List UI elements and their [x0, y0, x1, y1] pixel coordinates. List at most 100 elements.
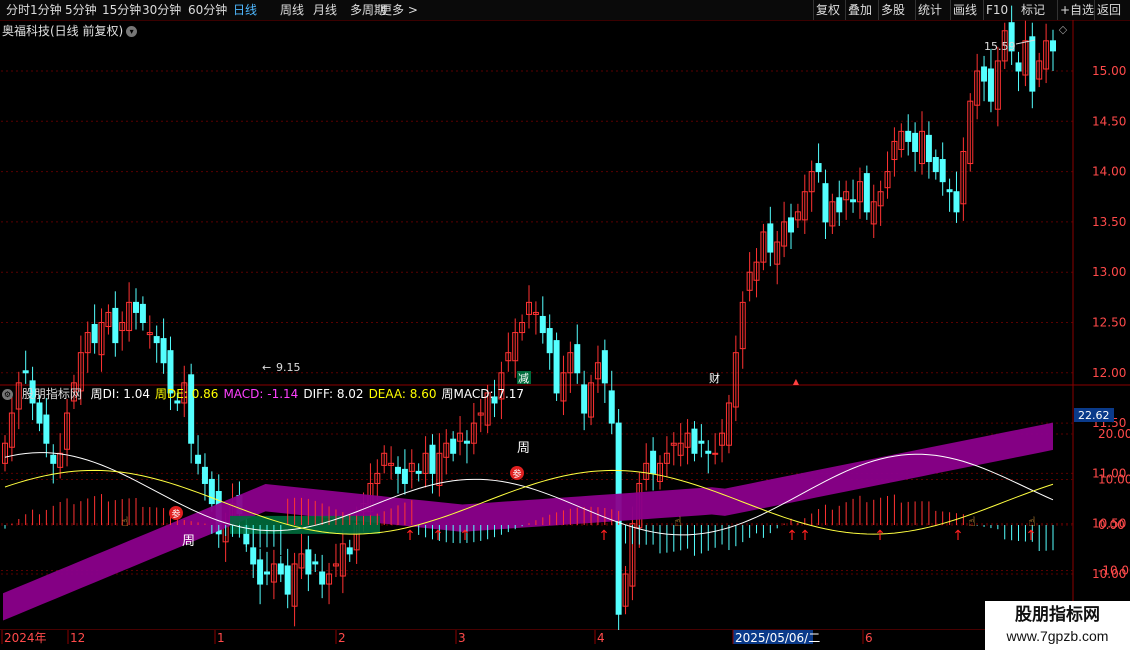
indicator-panel: 周周参参☝ ☝ ☝ ☝↑ ↑ ↑ ↑ ↑ ↑ ↑ ↑ ↑ — [3, 422, 1054, 621]
candle-body — [822, 183, 829, 223]
gear-icon[interactable]: ⚙ — [2, 389, 13, 400]
indicator-field-5: 周MACD: 7.17 — [441, 387, 525, 401]
candle-body — [767, 223, 774, 253]
indicator-tick-label: 20.00 — [1098, 427, 1130, 441]
event-arrow-icon: ▲ — [793, 377, 800, 386]
price-tick-label: 13.50 — [1092, 215, 1126, 229]
candle-body — [836, 197, 843, 213]
price-tick-label: 12.00 — [1092, 366, 1126, 380]
candle-body — [912, 132, 919, 152]
buy-arrow-icon: ↑ — [874, 528, 886, 544]
low-arrow-icon: ← — [262, 361, 271, 374]
candle-body — [401, 468, 408, 484]
watermark-url: www.7gpzb.com — [1006, 628, 1109, 644]
candle-body — [546, 328, 553, 354]
can-badge-label: 参 — [512, 468, 521, 480]
indicator-tick-label: 10.00 — [1098, 473, 1130, 487]
indicator-name[interactable]: 股朋指标网 — [22, 387, 82, 401]
price-tick-label: 13.00 — [1092, 265, 1126, 279]
indicator-field-1: 周DE: 0.86 — [155, 387, 219, 401]
buy-arrow-icon: ↑ — [598, 528, 610, 544]
candle-body — [195, 454, 202, 464]
candle-body — [429, 444, 436, 474]
candle-body — [153, 336, 160, 344]
buy-arrow-icon: ↑ — [432, 528, 444, 544]
candle-body — [463, 440, 470, 444]
hand-pointer-icon: ☝ — [968, 515, 976, 530]
candle-body — [863, 173, 870, 213]
watermark-logo: 股朋指标网 www.7gpzb.com — [985, 601, 1130, 650]
buy-arrow-icon: ↑ — [952, 528, 964, 544]
candle-body — [987, 68, 994, 102]
candle-body — [705, 450, 712, 454]
candle-body — [201, 466, 208, 484]
candle-body — [601, 350, 608, 384]
candle-body — [712, 452, 719, 455]
candle-body — [650, 450, 657, 474]
date-label-4: 3 — [458, 631, 466, 645]
buy-arrow-icon: ↑ — [799, 528, 811, 544]
date-axis: 2024年 12 1 2 3 4 2025/05/06/二 6 — [1, 630, 873, 645]
week-label-2: 周 — [182, 534, 195, 549]
candle-body — [815, 163, 822, 173]
low-price-label: 9.15 — [276, 361, 301, 374]
week-label: 周 — [517, 441, 530, 456]
date-label-3: 2 — [338, 631, 346, 645]
candle-body — [925, 134, 932, 163]
price-tick-label: 14.00 — [1092, 165, 1126, 179]
candle-body — [1015, 62, 1022, 72]
price-chart[interactable]: 周周参参☝ ☝ ☝ ☝↑ ↑ ↑ ↑ ↑ ↑ ↑ ↑ ↑ 15.0014.5014.0013.5013… — [0, 0, 1130, 630]
candle-body — [905, 130, 912, 142]
candle-body — [788, 217, 794, 233]
candle-body — [305, 549, 312, 575]
candle-body — [208, 478, 215, 505]
candle-body — [257, 559, 264, 585]
buy-arrow-icon: ↑ — [404, 528, 416, 544]
candle-body — [946, 189, 953, 193]
diamond-icon: ◇ — [1059, 23, 1068, 36]
candle-body — [1050, 40, 1056, 52]
candle-body — [36, 402, 43, 424]
candle-body — [395, 466, 401, 474]
candle-body — [939, 159, 946, 183]
candle-body — [22, 370, 29, 374]
candle-body — [608, 390, 615, 424]
candle-body — [346, 547, 353, 555]
candle-body — [277, 563, 284, 575]
price-tick-label: 15.00 — [1092, 64, 1126, 78]
candle-body — [43, 414, 50, 444]
event-marker-report: 财 — [709, 371, 720, 385]
indicator-tick-label: 0.00 — [1098, 518, 1125, 532]
candle-body — [160, 338, 167, 364]
current-value-label: 22.62 — [1078, 409, 1110, 422]
candle-body — [553, 340, 560, 394]
candle-body — [312, 561, 319, 565]
candle-body — [139, 303, 146, 323]
candle-body — [133, 301, 139, 313]
watermark-title: 股朋指标网 — [1015, 605, 1100, 625]
indicator-header: ⚙ 股朋指标网 周DI: 1.04 周DE: 0.86 MACD: -1.14 DIF… — [2, 386, 534, 402]
candle-body — [264, 571, 270, 575]
candle-body — [91, 324, 98, 344]
indicator-field-3: DIFF: 8.02 — [303, 387, 364, 401]
date-label-0: 2024年 — [4, 631, 47, 645]
hand-pointer-icon: ☝ — [674, 515, 682, 530]
buy-arrow-icon: ↑ — [1025, 528, 1037, 544]
buy-arrow-icon: ↑ — [459, 528, 471, 544]
candle-body — [691, 428, 698, 454]
high-price-label: 15.59 — [984, 40, 1016, 53]
candle-body — [953, 191, 960, 213]
indicator-tick-label: -10.00 — [1098, 564, 1130, 578]
can-badge-label: 参 — [171, 508, 180, 520]
event-marker-reduce: 减 — [518, 372, 529, 385]
date-label-6: 2025/05/06/二 — [735, 631, 820, 645]
date-label-5: 4 — [597, 631, 605, 645]
date-label-2: 1 — [217, 631, 225, 645]
candle-body — [574, 344, 581, 374]
price-tick-label: 14.50 — [1092, 114, 1126, 128]
buy-arrow-icon: ↑ — [786, 528, 798, 544]
indicator-band-green — [230, 515, 380, 534]
hand-pointer-icon: ☝ — [121, 515, 129, 530]
candle-body — [250, 547, 257, 565]
candle-body — [698, 440, 705, 444]
